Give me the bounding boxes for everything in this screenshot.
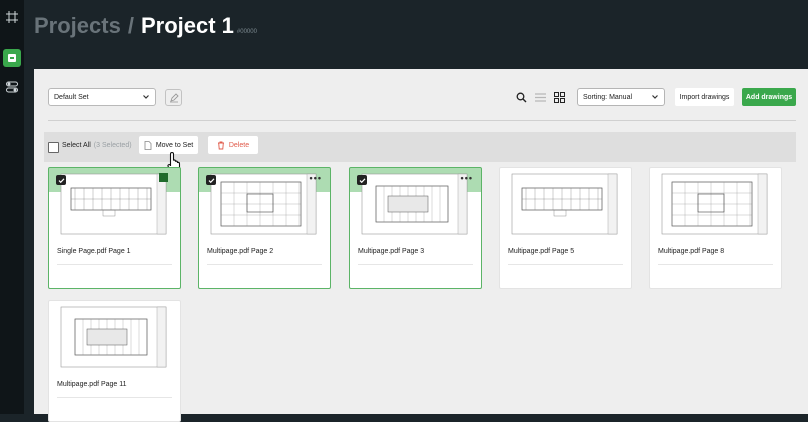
drawing-thumbnail	[511, 173, 618, 235]
select-all-checkbox[interactable]	[48, 142, 59, 153]
toolbar: Default Set Sorting: Manual Import drawi…	[48, 88, 796, 110]
grid-view-icon[interactable]	[554, 92, 565, 103]
drawing-thumbnail	[60, 306, 167, 368]
selected-count: (3 Selected)	[93, 142, 132, 149]
card-checkbox[interactable]	[357, 175, 367, 185]
selection-bar: Select All (3 Selected) Move to Set Delet…	[44, 132, 796, 162]
card-divider	[57, 264, 172, 265]
page-title: Projects / Project 1 #00000	[34, 13, 257, 45]
set-select[interactable]: Default Set	[48, 88, 156, 106]
card-divider	[508, 264, 623, 265]
card-divider	[358, 264, 473, 265]
breadcrumb-current-project: Project 1	[140, 13, 234, 38]
card-name: Multipage.pdf Page 8	[658, 248, 725, 255]
frame-icon[interactable]	[3, 8, 21, 26]
drawing-card[interactable]: ••• Multipage.pdf Page 3	[349, 167, 482, 289]
search-icon[interactable]	[516, 92, 527, 103]
drawing-card[interactable]: Single Page.pdf Page 1	[48, 167, 181, 289]
drawing-card[interactable]: Multipage.pdf Page 5	[499, 167, 632, 289]
card-name: Single Page.pdf Page 1	[57, 248, 131, 255]
toolbar-divider	[48, 120, 796, 121]
card-checkbox[interactable]	[56, 175, 66, 185]
add-drawings-button[interactable]: Add drawings	[742, 88, 796, 106]
toggle-icon[interactable]	[3, 78, 21, 96]
card-more-icon[interactable]: •••	[461, 173, 473, 183]
drawings-panel: Default Set Sorting: Manual Import drawi…	[34, 69, 808, 422]
card-name: Multipage.pdf Page 3	[358, 248, 425, 255]
card-color-swatch	[159, 173, 168, 182]
document-icon[interactable]	[3, 49, 21, 67]
card-checkbox[interactable]	[206, 175, 216, 185]
breadcrumb-separator: /	[127, 13, 134, 38]
chevron-down-icon	[652, 95, 658, 99]
drawing-thumbnail	[60, 173, 167, 235]
sorting-select-value: Sorting: Manual	[583, 93, 633, 101]
card-divider	[57, 397, 172, 398]
card-name: Multipage.pdf Page 11	[57, 381, 127, 388]
card-name: Multipage.pdf Page 2	[207, 248, 274, 255]
drawing-thumbnail	[361, 173, 468, 235]
drawing-thumbnail	[210, 173, 317, 235]
move-to-set-icon	[144, 140, 152, 150]
drawing-card[interactable]: ••• Multipage.pdf Page 2	[198, 167, 331, 289]
sorting-select[interactable]: Sorting: Manual	[577, 88, 665, 106]
breadcrumb-projects-link[interactable]: Projects	[34, 13, 121, 39]
move-to-set-label: Move to Set	[155, 141, 194, 149]
import-drawings-button[interactable]: Import drawings	[675, 88, 734, 106]
chevron-down-icon	[143, 95, 149, 99]
delete-button[interactable]: Delete	[208, 136, 258, 154]
drawing-thumbnail	[661, 173, 768, 235]
drawing-card[interactable]: Multipage.pdf Page 8	[649, 167, 782, 289]
list-view-icon[interactable]	[535, 92, 546, 103]
project-id: #00000	[236, 29, 257, 35]
edit-set-icon[interactable]	[165, 89, 182, 106]
card-divider	[658, 264, 773, 265]
card-divider	[207, 264, 322, 265]
delete-label: Delete	[228, 141, 250, 149]
sidebar-rail	[0, 0, 24, 414]
card-more-icon[interactable]: •••	[310, 173, 322, 183]
set-select-value: Default Set	[54, 93, 89, 101]
select-all-text: Select All	[62, 142, 91, 149]
select-all-label[interactable]: Select All (3 Selected)	[62, 142, 132, 149]
card-name: Multipage.pdf Page 5	[508, 248, 575, 255]
delete-icon	[217, 141, 224, 149]
drawing-card[interactable]: Multipage.pdf Page 11	[48, 300, 181, 422]
